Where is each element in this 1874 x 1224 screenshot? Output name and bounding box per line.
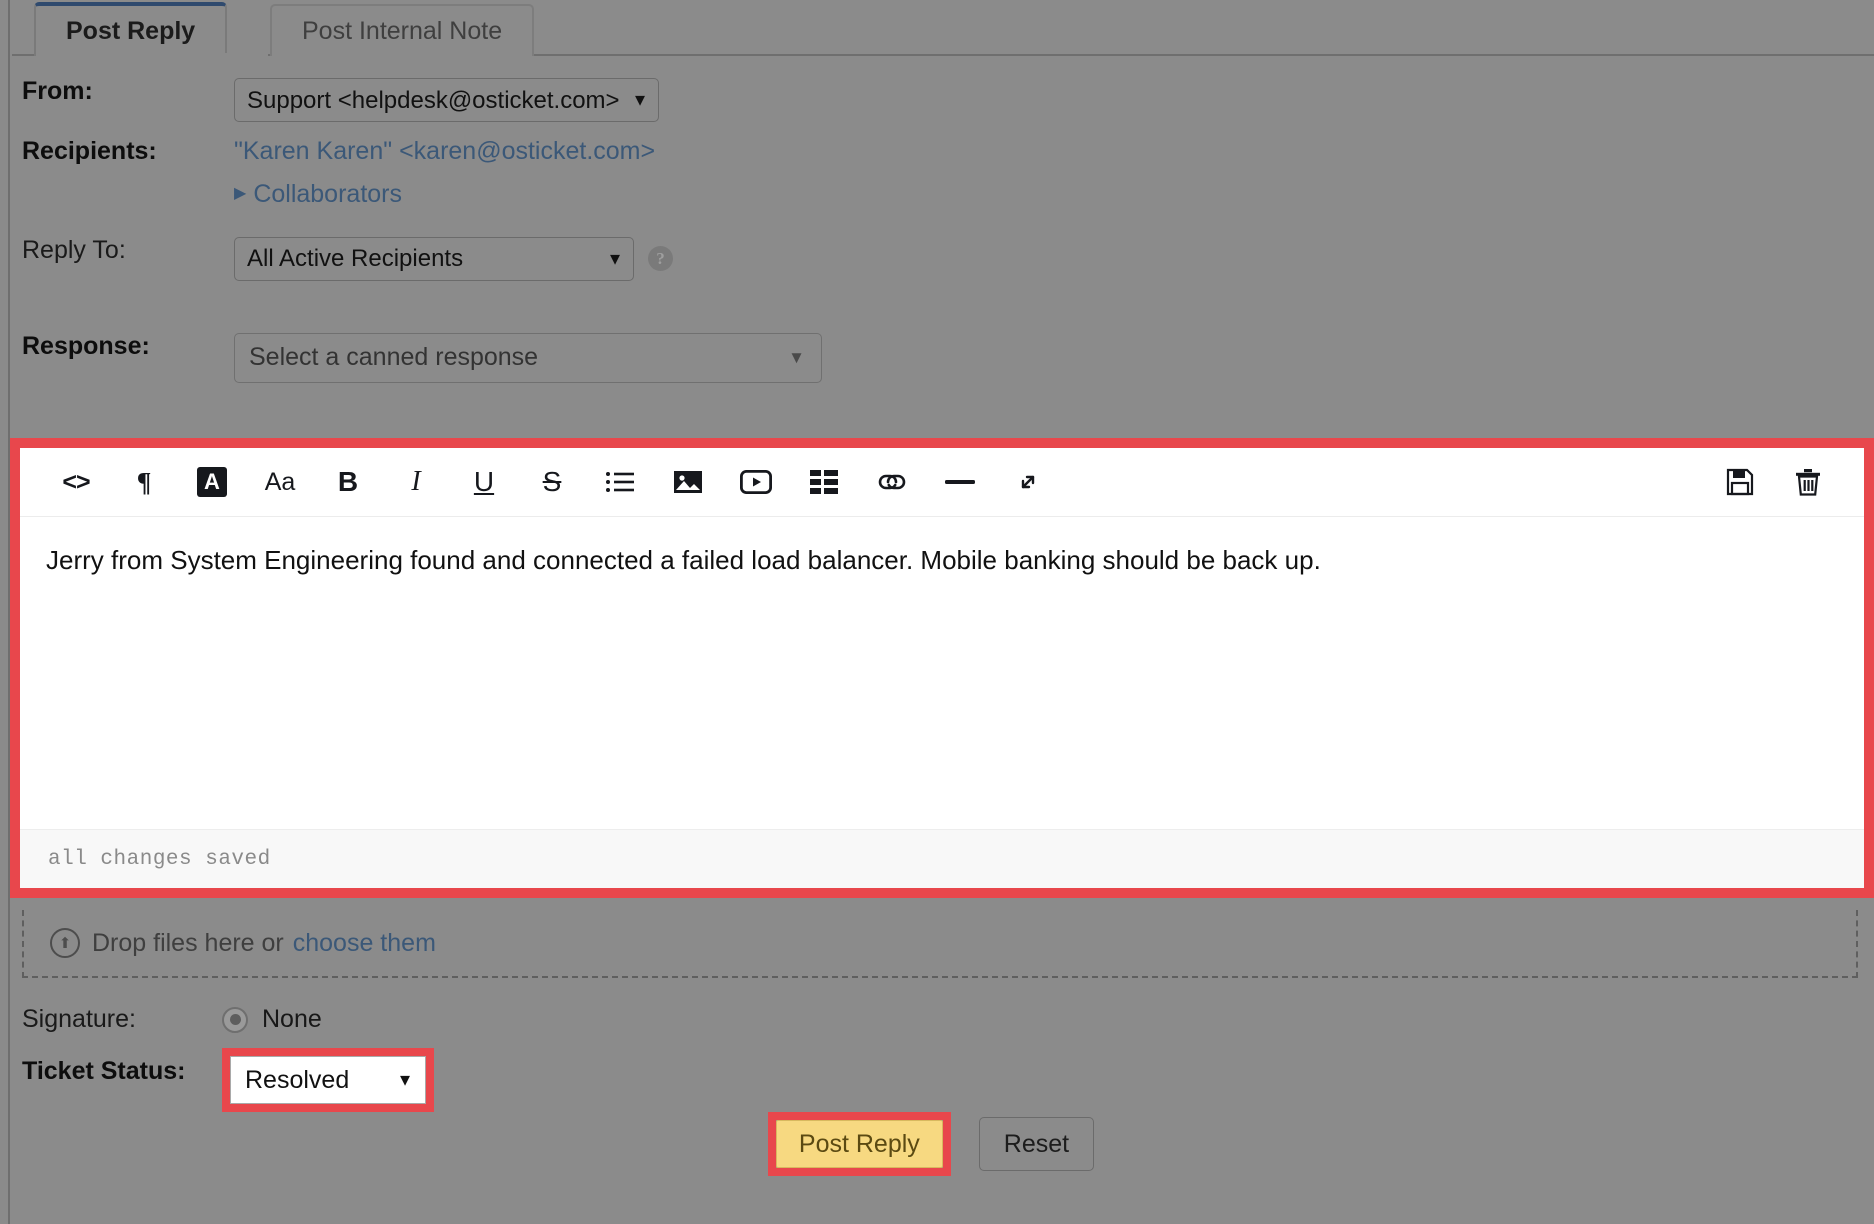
tab-active-underlap [36,53,268,56]
save-draft-icon[interactable] [1706,457,1774,507]
insert-link-icon[interactable] [858,457,926,507]
file-dropzone[interactable]: ⬆ Drop files here or choose them [22,910,1858,978]
dropzone-text: Drop files here or [92,928,284,957]
collaborators-toggle[interactable]: ▶ Collaborators [234,180,655,209]
choose-files-link[interactable]: choose them [293,929,436,958]
ticket-status-highlight: Resolved ▾ [222,1048,434,1112]
insert-video-icon[interactable] [722,457,790,507]
triangle-down-icon: ▼ [788,348,805,367]
editor-toolbar: <> ¶ A Aa B I U S [20,448,1864,517]
signature-none-radio[interactable] [222,1006,248,1033]
delete-draft-icon[interactable] [1774,457,1842,507]
editor-status-bar: all changes saved [20,829,1864,888]
tab-post-internal-note[interactable]: Post Internal Note [270,4,535,56]
recipient-email[interactable]: "Karen Karen" <karen@osticket.com> [234,137,655,166]
signature-row: Signature: None [0,1005,322,1034]
reply-form: From: Support <helpdesk@osticket.com> ▾ … [12,77,1874,383]
tab-post-reply-label: Post Reply [66,16,196,45]
response-label: Response: [22,331,150,360]
canned-response-placeholder: Select a canned response [249,343,539,371]
reply-to-select[interactable]: All Active Recipients [234,236,634,281]
from-label: From: [22,77,93,105]
form-actions: Post Reply Reset [0,1112,1862,1176]
ticket-status-select-wrap: Resolved ▾ [230,1056,426,1104]
post-reply-button[interactable]: Post Reply [775,1120,943,1168]
expand-icon[interactable] [994,457,1062,507]
tab-bar: Post Reply Post Internal Note [12,0,1874,56]
strikethrough-icon[interactable]: S [518,457,586,507]
reply-to-label: Reply To: [22,235,126,264]
reply-to-select-wrap: All Active Recipients ▾ [234,236,634,281]
reset-button[interactable]: Reset [978,1117,1095,1171]
upload-arrow-icon: ⬆ [50,928,80,958]
bold-icon[interactable]: B [314,457,382,507]
recipients-block: "Karen Karen" <karen@osticket.com> ▶ Col… [234,137,655,209]
reply-to-row: Reply To: All Active Recipients ▾ ? [12,235,1874,281]
signature-none-label: None [262,1005,322,1033]
reply-body-editor[interactable]: Jerry from System Engineering found and … [20,517,1864,829]
post-reply-highlight: Post Reply [767,1112,951,1176]
caret-right-icon: ▶ [234,185,247,202]
reply-editor-highlight: <> ¶ A Aa B I U S Jerry from System Engi… [10,438,1874,898]
paragraph-icon[interactable]: ¶ [110,457,178,507]
bullet-list-icon[interactable] [586,457,654,507]
ticket-status-label: Ticket Status: [22,1057,186,1085]
signature-label: Signature: [22,1004,136,1033]
from-row: From: Support <helpdesk@osticket.com> ▾ [12,77,1874,122]
source-code-icon[interactable]: <> [42,457,110,507]
insert-table-icon[interactable] [790,457,858,507]
recipients-row: Recipients: "Karen Karen" <karen@osticke… [12,137,1874,209]
reply-editor: <> ¶ A Aa B I U S Jerry from System Engi… [20,448,1864,888]
underline-icon[interactable]: U [450,457,518,507]
text-color-icon[interactable]: A [178,457,246,507]
response-row: Response: Select a canned response ▼ [12,331,1874,383]
tab-post-reply[interactable]: Post Reply [34,2,228,56]
ticket-status-select[interactable]: Resolved [230,1056,426,1104]
from-select-wrap: Support <helpdesk@osticket.com> ▾ [234,78,659,122]
tab-post-internal-note-label: Post Internal Note [302,16,503,45]
horizontal-rule-icon[interactable] [926,457,994,507]
insert-image-icon[interactable] [654,457,722,507]
from-select[interactable]: Support <helpdesk@osticket.com> [234,78,659,122]
page-left-edge [0,0,10,1224]
ticket-status-row: Ticket Status: Resolved ▾ [0,1048,434,1112]
canned-response-select[interactable]: Select a canned response ▼ [234,332,822,383]
collaborators-label: Collaborators [253,179,402,208]
recipients-label: Recipients: [22,137,157,165]
help-icon[interactable]: ? [648,246,673,271]
font-size-icon[interactable]: Aa [246,457,314,507]
italic-icon[interactable]: I [382,457,450,507]
autosave-status: all changes saved [48,847,271,871]
